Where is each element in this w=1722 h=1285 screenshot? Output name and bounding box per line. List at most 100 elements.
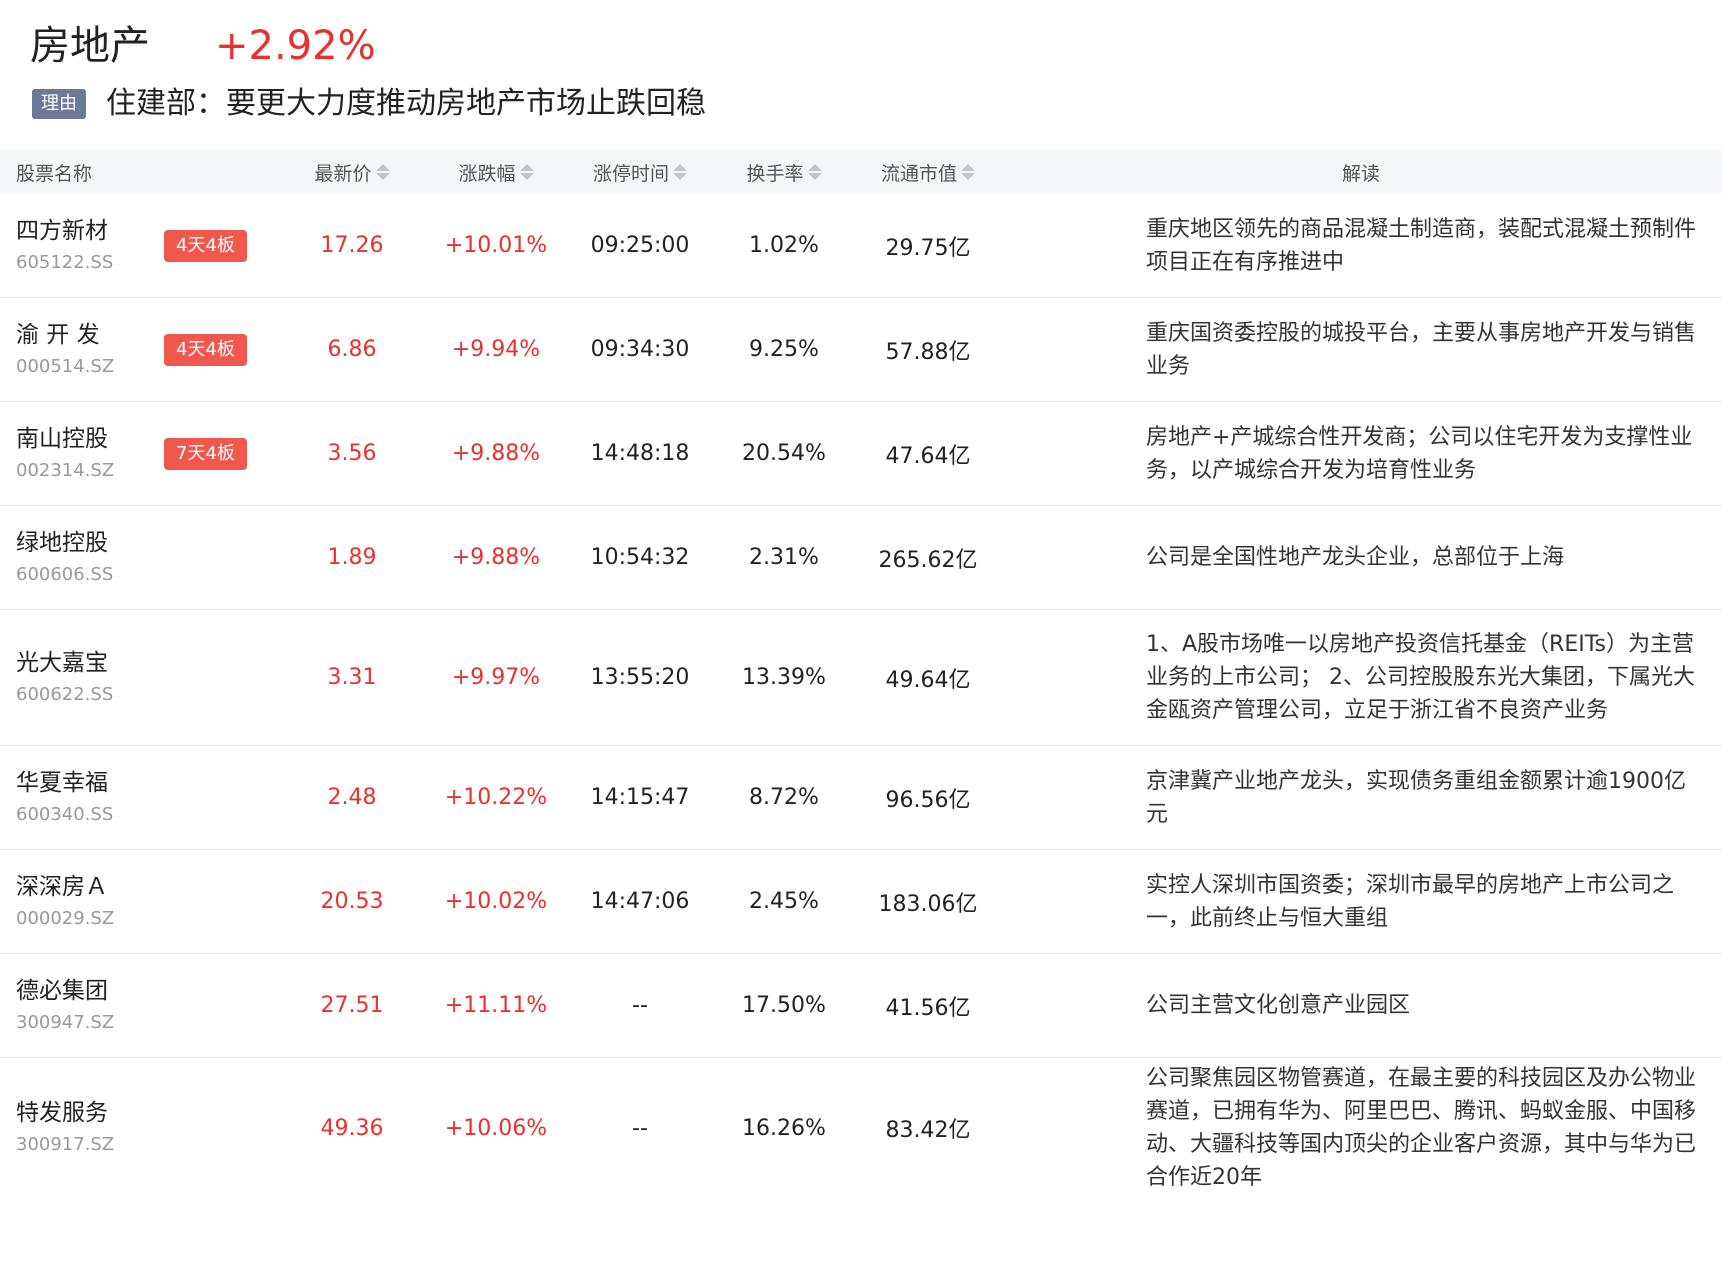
badge-cell bbox=[150, 850, 280, 953]
limit-time-cell: 14:15:47 bbox=[590, 785, 690, 810]
price-cell: 20.53 bbox=[320, 889, 384, 914]
change-cell: +9.97% bbox=[451, 665, 541, 690]
stock-name-cell: 光大嘉宝 600622.SS bbox=[0, 610, 150, 745]
limit-time-cell: 10:54:32 bbox=[590, 545, 690, 570]
limit-time-cell: 14:47:06 bbox=[590, 889, 690, 914]
badge-cell bbox=[150, 506, 280, 609]
stock-code: 600622.SS bbox=[16, 683, 114, 705]
turnover-cell: 13.39% bbox=[742, 665, 826, 690]
column-header-change[interactable]: 涨跌幅 bbox=[424, 150, 568, 194]
stock-name[interactable]: 南山控股 bbox=[16, 422, 114, 456]
float-cap-cell: 41.56亿 bbox=[885, 995, 971, 1021]
turnover-cell: 9.25% bbox=[749, 337, 819, 362]
column-header-limit-time[interactable]: 涨停时间 bbox=[568, 150, 712, 194]
turnover-cell: 1.02% bbox=[749, 233, 819, 258]
turnover-cell: 2.45% bbox=[749, 889, 819, 914]
stock-name-cell: 华夏幸福 600340.SS bbox=[0, 746, 150, 849]
float-cap-cell: 57.88亿 bbox=[885, 339, 971, 365]
table-row[interactable]: 光大嘉宝 600622.SS 3.31 +9.97% 13:55:20 13.3… bbox=[0, 610, 1722, 746]
desc-cell: 重庆地区领先的商品混凝土制造商，装配式混凝土预制件项目正在有序推进中 bbox=[1000, 194, 1722, 297]
table-row[interactable]: 绿地控股 600606.SS 1.89 +9.88% 10:54:32 2.31… bbox=[0, 506, 1722, 610]
change-cell: +10.06% bbox=[444, 1115, 548, 1141]
badge-cell bbox=[150, 954, 280, 1057]
badge-cell: 7天4板 bbox=[150, 402, 280, 505]
change-cell: +10.02% bbox=[444, 889, 548, 914]
stock-name[interactable]: 光大嘉宝 bbox=[16, 646, 113, 680]
change-cell: +9.88% bbox=[451, 441, 541, 466]
float-cap-cell: 265.62亿 bbox=[878, 547, 978, 573]
desc-text: 公司聚焦园区物管赛道，在最主要的科技园区及办公物业赛道，已拥有华为、阿里巴巴、腾… bbox=[1146, 1066, 1697, 1190]
turnover-cell: 17.50% bbox=[742, 993, 826, 1018]
sort-icon[interactable] bbox=[673, 164, 687, 180]
limit-time-cell: -- bbox=[632, 1115, 648, 1141]
turnover-cell: 20.54% bbox=[742, 441, 826, 466]
turnover-cell: 2.31% bbox=[749, 545, 819, 570]
table-row[interactable]: 深深房Ａ 000029.SZ 20.53 +10.02% 14:47:06 2.… bbox=[0, 850, 1722, 954]
price-cell: 2.48 bbox=[327, 785, 377, 810]
limit-time-cell: 13:55:20 bbox=[590, 665, 690, 690]
table-header: 股票名称 最新价 涨跌幅 涨停时间 换手率 流通市值 解读 bbox=[0, 150, 1722, 194]
float-cap-cell: 49.64亿 bbox=[885, 667, 971, 693]
float-cap-cell: 96.56亿 bbox=[885, 787, 971, 813]
table-row[interactable]: 华夏幸福 600340.SS 2.48 +10.22% 14:15:47 8.7… bbox=[0, 746, 1722, 850]
table-row[interactable]: 四方新材 605122.SS 4天4板 17.26 +10.01% 09:25:… bbox=[0, 194, 1722, 298]
stock-name[interactable]: 深深房Ａ bbox=[16, 870, 114, 904]
desc-text: 重庆地区领先的商品混凝土制造商，装配式混凝土预制件项目正在有序推进中 bbox=[1146, 216, 1697, 275]
stock-name-cell: 四方新材 605122.SS bbox=[0, 194, 150, 297]
table-row[interactable]: 德必集团 300947.SZ 27.51 +11.11% -- 17.50% 4… bbox=[0, 954, 1722, 1058]
desc-text: 1、A股市场唯一以房地产投资信托基金（REITs）为主营业务的上市公司； 2、公… bbox=[1146, 632, 1695, 723]
stock-code: 000514.SZ bbox=[16, 355, 115, 377]
sector-header: 房地产 +2.92% 理由 住建部：要更大力度推动房地产市场止跌回稳 bbox=[0, 0, 1722, 150]
desc-cell: 京津冀产业地产龙头，实现债务重组金额累计逾1900亿元 bbox=[1000, 746, 1722, 849]
column-header-float-cap-label: 流通市值 bbox=[880, 162, 957, 185]
desc-text: 京津冀产业地产龙头，实现债务重组金额累计逾1900亿元 bbox=[1146, 768, 1686, 827]
stock-name[interactable]: 四方新材 bbox=[16, 214, 113, 248]
table-body: 四方新材 605122.SS 4天4板 17.26 +10.01% 09:25:… bbox=[0, 194, 1722, 1198]
sort-icon[interactable] bbox=[519, 164, 534, 180]
desc-text: 公司主营文化创意产业园区 bbox=[1146, 993, 1411, 1018]
sort-icon[interactable] bbox=[961, 164, 975, 180]
column-header-desc: 解读 bbox=[1341, 162, 1380, 185]
sector-change: +2.92% bbox=[215, 23, 376, 69]
stock-code: 605122.SS bbox=[16, 251, 114, 273]
change-cell: +11.11% bbox=[444, 993, 548, 1018]
price-cell: 1.89 bbox=[327, 545, 377, 570]
stock-name[interactable]: 德必集团 bbox=[16, 974, 114, 1008]
desc-text: 公司是全国性地产龙头企业，总部位于上海 bbox=[1146, 545, 1565, 570]
change-cell: +9.94% bbox=[451, 337, 541, 362]
stock-code: 600606.SS bbox=[16, 563, 114, 585]
price-cell: 3.56 bbox=[327, 441, 377, 466]
badge-cell bbox=[150, 1058, 280, 1198]
reason-tag: 理由 bbox=[32, 89, 86, 119]
column-header-turnover[interactable]: 换手率 bbox=[712, 150, 856, 194]
stock-code: 002314.SZ bbox=[16, 459, 115, 481]
reason-text: 住建部：要更大力度推动房地产市场止跌回稳 bbox=[106, 86, 706, 121]
price-cell: 6.86 bbox=[327, 337, 377, 362]
column-header-limit-time-label: 涨停时间 bbox=[592, 162, 669, 185]
table-row[interactable]: 特发服务 300917.SZ 49.36 +10.06% -- 16.26% 8… bbox=[0, 1058, 1722, 1198]
badge-cell bbox=[150, 610, 280, 745]
table-row[interactable]: 南山控股 002314.SZ 7天4板 3.56 +9.88% 14:48:18… bbox=[0, 402, 1722, 506]
stock-name-cell: 南山控股 002314.SZ bbox=[0, 402, 150, 505]
stock-name[interactable]: 华夏幸福 bbox=[16, 766, 113, 800]
badge-cell bbox=[150, 746, 280, 849]
sort-icon[interactable] bbox=[807, 164, 822, 180]
column-header-price[interactable]: 最新价 bbox=[280, 150, 424, 194]
price-cell: 17.26 bbox=[320, 233, 384, 258]
price-cell: 27.51 bbox=[320, 993, 384, 1018]
stock-name[interactable]: 绿地控股 bbox=[16, 526, 113, 560]
stock-name-cell: 深深房Ａ 000029.SZ bbox=[0, 850, 150, 953]
stock-code: 300947.SZ bbox=[16, 1011, 115, 1033]
stock-name[interactable]: 渝 开 发 bbox=[16, 318, 114, 352]
badge-cell: 4天4板 bbox=[150, 298, 280, 401]
sort-icon[interactable] bbox=[375, 164, 390, 180]
limit-up-badge: 4天4板 bbox=[164, 229, 247, 262]
desc-cell: 公司主营文化创意产业园区 bbox=[1000, 954, 1722, 1057]
float-cap-cell: 183.06亿 bbox=[878, 891, 978, 917]
table-row[interactable]: 渝 开 发 000514.SZ 4天4板 6.86 +9.94% 09:34:3… bbox=[0, 298, 1722, 402]
float-cap-cell: 29.75亿 bbox=[885, 235, 971, 261]
stock-name-cell: 德必集团 300947.SZ bbox=[0, 954, 150, 1057]
stock-name[interactable]: 特发服务 bbox=[16, 1096, 114, 1130]
column-header-float-cap[interactable]: 流通市值 bbox=[856, 150, 1000, 194]
limit-time-cell: -- bbox=[632, 993, 648, 1018]
